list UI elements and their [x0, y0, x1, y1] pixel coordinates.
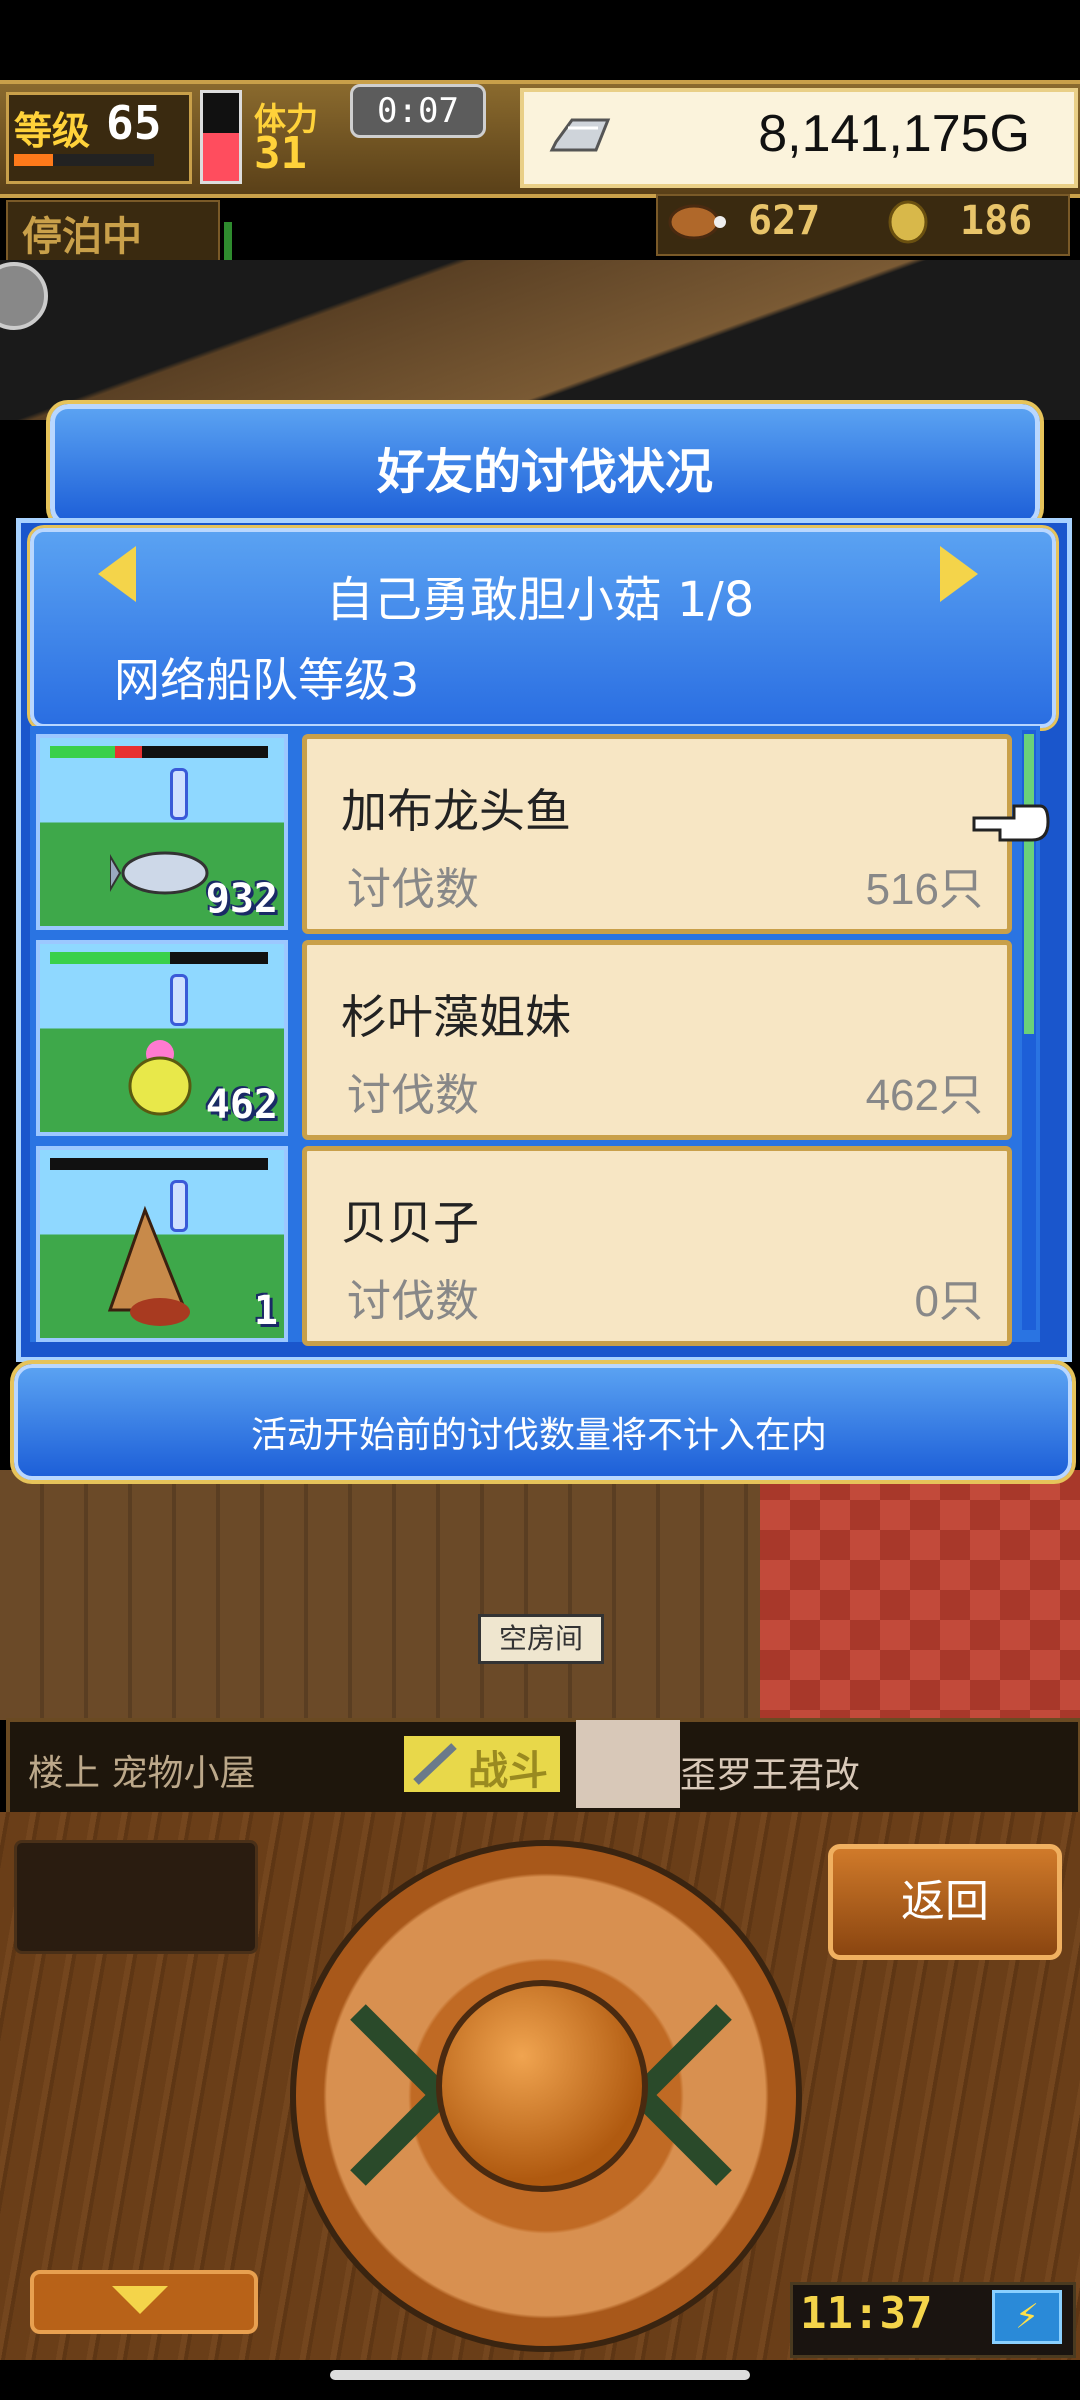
hp-bar — [50, 1158, 268, 1170]
fleet-level: 网络船队等级3 — [114, 653, 420, 707]
game-clock: 11:37 — [800, 2288, 933, 2339]
gold-value: 8,141,175G — [758, 105, 1030, 163]
dock-indicator — [224, 222, 232, 264]
monster-name: 杉叶藻姐妹 — [341, 990, 571, 1044]
monster-count: 462 — [205, 1082, 278, 1128]
ship-deck-scene — [0, 260, 1080, 420]
level-progress-bar — [14, 154, 154, 166]
monster-count: 1 — [253, 1288, 278, 1334]
notice-text: 活动开始前的讨伐数量将不计入在内 — [250, 1415, 827, 1456]
sword-icon — [413, 1743, 457, 1785]
list-item[interactable]: 462 杉叶藻姐妹 讨伐数 462只 — [30, 936, 1012, 1140]
friend-name: 自己勇敢胆小菇 1/8 — [325, 572, 755, 628]
list-scrollbar-thumb[interactable] — [1024, 734, 1034, 1034]
chevron-down-icon — [112, 2286, 168, 2314]
red-carpet — [760, 1470, 1080, 1720]
list-item[interactable]: 1 贝贝子 讨伐数 0只 — [30, 1142, 1012, 1346]
dialog-title: 好友的讨伐状况 — [376, 444, 713, 500]
boss-name: 歪罗王君改 — [680, 1755, 861, 1796]
hp-bar — [50, 746, 268, 758]
back-button[interactable]: 返回 — [828, 1844, 1062, 1960]
meat-count: 627 — [748, 198, 821, 244]
dpad-center-button[interactable] — [436, 1980, 648, 2192]
list-item[interactable]: 932 加布龙头鱼 讨伐数 516只 — [30, 730, 1012, 934]
location-text: 楼上 宠物小屋 — [28, 1753, 256, 1794]
meat-icon — [668, 204, 726, 240]
room-label[interactable]: 空房间 — [478, 1614, 604, 1664]
battery-icon: ⚡ — [992, 2290, 1062, 2344]
coin-count: 186 — [960, 198, 1033, 244]
alert-icon — [170, 768, 188, 820]
stamina-timer: 0:07 — [350, 84, 486, 138]
monster-name: 贝贝子 — [341, 1196, 479, 1250]
monster-card[interactable]: 杉叶藻姐妹 讨伐数 462只 — [302, 940, 1012, 1140]
kill-value: 516只 — [865, 865, 983, 914]
kill-value: 0只 — [914, 1277, 983, 1326]
kill-label: 讨伐数 — [347, 1070, 479, 1121]
monster-card[interactable]: 加布龙头鱼 讨伐数 516只 — [302, 734, 1012, 934]
monster-portrait: 462 — [36, 940, 288, 1136]
monster-portrait: 932 — [36, 734, 288, 930]
level-label: 等级 — [14, 109, 91, 153]
battle-label[interactable]: 战斗 — [468, 1738, 548, 1796]
monster-count: 932 — [205, 876, 278, 922]
coin-icon — [888, 200, 928, 244]
next-friend-arrow-icon[interactable] — [940, 546, 978, 602]
mini-screen — [14, 1840, 258, 1954]
monster-card[interactable]: 贝贝子 讨伐数 0只 — [302, 1146, 1012, 1346]
hand-pointer-icon — [972, 804, 1050, 842]
kill-value: 462只 — [865, 1071, 983, 1120]
stamina-value: 31 — [254, 128, 307, 179]
fish-icon — [110, 851, 209, 895]
alert-icon — [170, 974, 188, 1026]
dock-status-text: 停泊中 — [22, 214, 142, 260]
kill-label: 讨伐数 — [347, 864, 479, 915]
monster-name: 加布龙头鱼 — [341, 784, 571, 838]
level-value: 65 — [106, 96, 162, 150]
seaweed-sister-icon — [128, 1040, 192, 1116]
boss-portrait — [576, 1720, 680, 1808]
kill-label: 讨伐数 — [347, 1276, 479, 1327]
prev-friend-arrow-icon[interactable] — [98, 546, 136, 602]
stamina-gauge — [200, 90, 242, 184]
hermit-crab-icon — [107, 1205, 190, 1326]
home-indicator[interactable] — [330, 2370, 750, 2380]
hp-bar — [50, 952, 268, 964]
monster-portrait: 1 — [36, 1146, 288, 1342]
